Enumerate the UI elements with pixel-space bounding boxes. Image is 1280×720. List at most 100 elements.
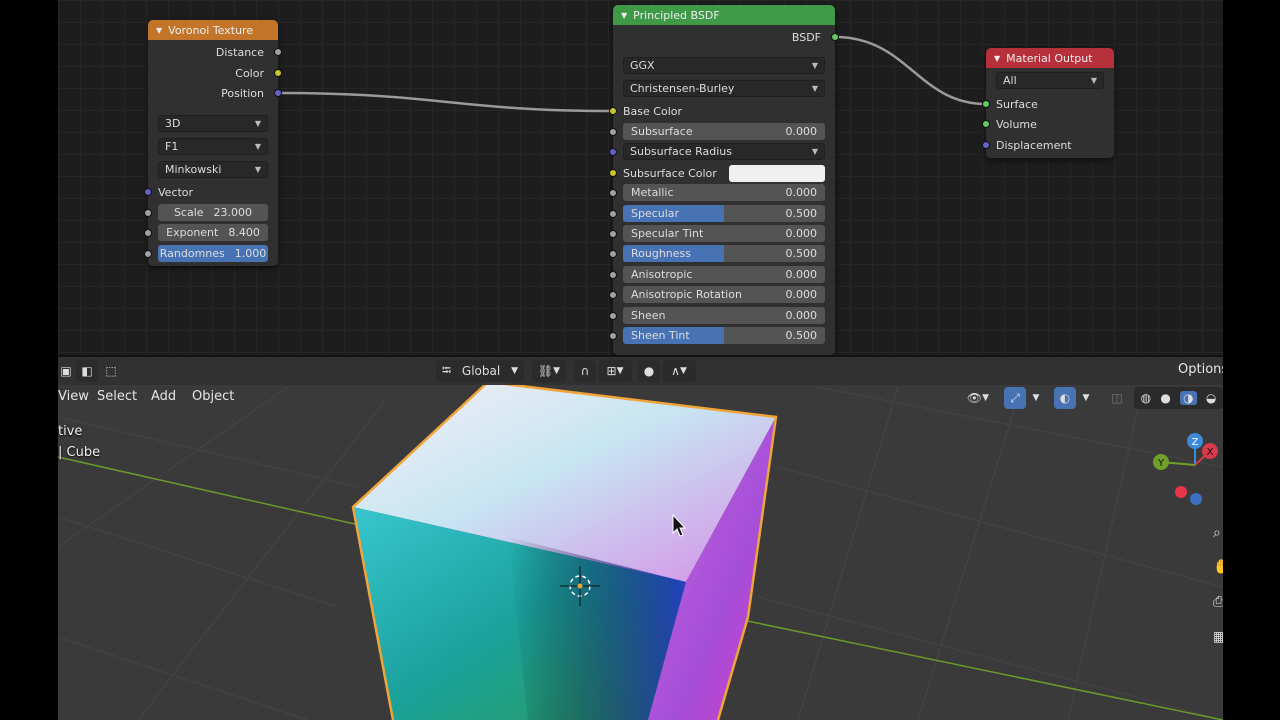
- sheen-value: 0.000: [785, 309, 818, 322]
- bsdf-socket-icon[interactable]: [831, 33, 839, 41]
- roughness-field[interactable]: Roughness 0.500: [623, 245, 825, 262]
- sheen-tint-socket-icon[interactable]: [609, 332, 617, 340]
- color-socket-icon[interactable]: [274, 69, 282, 77]
- feature-select[interactable]: F1 ▼: [158, 138, 268, 155]
- wireframe-shading-icon[interactable]: ◍: [1141, 391, 1151, 405]
- chevron-down-icon: ▼: [616, 366, 624, 376]
- proportional-edit-toggle[interactable]: ●: [638, 360, 660, 382]
- output-target-value: All: [1003, 74, 1017, 87]
- randomness-field[interactable]: Randomnes 1.000: [158, 245, 268, 262]
- exponent-socket-icon[interactable]: [144, 229, 152, 237]
- output-target-select[interactable]: All ▼: [996, 72, 1104, 89]
- distance-metric-select[interactable]: Minkowski ▼: [158, 161, 268, 178]
- subsurface-method-select[interactable]: Christensen-Burley ▼: [623, 80, 825, 97]
- select-mode-icon[interactable]: ▣: [58, 360, 74, 382]
- menu-object[interactable]: Object: [192, 389, 234, 404]
- xray-toggle[interactable]: ◫: [1106, 387, 1128, 409]
- transform-orientation-select[interactable]: ⭾ Global ▼: [436, 360, 524, 382]
- pivot-point-select[interactable]: ⛓ ▼: [532, 360, 566, 382]
- anisotropic-rotation-field[interactable]: Anisotropic Rotation 0.000: [623, 286, 825, 303]
- gizmo-dropdown[interactable]: ▼: [1028, 387, 1044, 409]
- vector-socket-icon[interactable]: [144, 188, 152, 196]
- overlays-dropdown[interactable]: ▼: [1078, 387, 1094, 409]
- overlays-toggle[interactable]: ◐: [1054, 387, 1076, 409]
- zoom-tool-icon[interactable]: ⌕: [1213, 525, 1221, 541]
- specular-socket-icon[interactable]: [609, 210, 617, 218]
- dimensions-select[interactable]: 3D ▼: [158, 115, 268, 132]
- collapse-chevron-icon[interactable]: ▼: [994, 54, 1000, 63]
- roughness-socket-icon[interactable]: [609, 250, 617, 258]
- base-color-socket-icon[interactable]: [609, 107, 617, 115]
- voronoi-node-header[interactable]: ▼ Voronoi Texture: [148, 20, 278, 40]
- 3d-viewport[interactable]: Z Y X ▣ ◧ ⬚ ⭾ Global ▼ ⛓ ▼ ∩ ⊞ ▼ ● ∧ ▼ O…: [58, 357, 1223, 720]
- snap-toggle[interactable]: ∩: [574, 360, 596, 382]
- randomness-socket-icon[interactable]: [144, 250, 152, 258]
- collapse-chevron-icon[interactable]: ▼: [621, 11, 627, 20]
- distribution-select[interactable]: GGX ▼: [623, 57, 825, 74]
- options-menu[interactable]: Options: [1178, 362, 1223, 377]
- scale-field[interactable]: Scale 23.000: [158, 204, 268, 221]
- subsurface-color-socket-icon[interactable]: [609, 169, 617, 177]
- anisotropic-rotation-socket-icon[interactable]: [609, 291, 617, 299]
- scale-socket-icon[interactable]: [144, 209, 152, 217]
- chevron-down-icon: ▼: [254, 165, 261, 174]
- specular-tint-value: 0.000: [785, 227, 818, 240]
- specular-tint-socket-icon[interactable]: [609, 230, 617, 238]
- material-output-node[interactable]: ▼ Material Output All ▼ Surface Volume Di…: [982, 48, 1114, 158]
- exponent-field[interactable]: Exponent 8.400: [158, 224, 268, 241]
- surface-socket-icon[interactable]: [982, 100, 990, 108]
- roughness-label: Roughness: [631, 247, 692, 260]
- collapse-chevron-icon[interactable]: ▼: [156, 26, 162, 35]
- distance-socket-icon[interactable]: [274, 48, 282, 56]
- select-extend-icon[interactable]: ◧: [76, 360, 98, 382]
- navigation-gizmo[interactable]: Z Y X: [1153, 433, 1218, 505]
- solid-shading-icon[interactable]: ●: [1160, 391, 1170, 405]
- select-subtract-icon[interactable]: ⬚: [100, 360, 122, 382]
- anisotropic-socket-icon[interactable]: [609, 271, 617, 279]
- subsurface-socket-icon[interactable]: [609, 128, 617, 136]
- voronoi-texture-node[interactable]: ▼ Voronoi Texture Distance Color Positio…: [144, 20, 282, 266]
- rendered-shading-icon[interactable]: ◒: [1206, 391, 1216, 405]
- specular-tint-field[interactable]: Specular Tint 0.000: [623, 225, 825, 242]
- specular-field[interactable]: Specular 0.500: [623, 205, 825, 222]
- camera-view-icon[interactable]: ⎙: [1213, 594, 1223, 610]
- cube-object[interactable]: [351, 380, 778, 720]
- perspective-toggle-icon[interactable]: ▦: [1213, 629, 1223, 645]
- position-socket-icon[interactable]: [274, 89, 282, 97]
- sheen-socket-icon[interactable]: [609, 312, 617, 320]
- anisotropic-field[interactable]: Anisotropic 0.000: [623, 266, 825, 283]
- menu-select[interactable]: Select: [97, 389, 137, 404]
- bsdf-node-header[interactable]: ▼ Principled BSDF: [613, 5, 835, 25]
- chevron-down-icon: ▼: [1032, 393, 1040, 403]
- output-node-header[interactable]: ▼ Material Output: [986, 48, 1114, 68]
- principled-bsdf-node[interactable]: ▼ Principled BSDF BSDF GGX ▼ Christensen-…: [609, 5, 839, 355]
- subsurface-field[interactable]: Subsurface 0.000: [623, 123, 825, 140]
- sheen-field[interactable]: Sheen 0.000: [623, 307, 825, 324]
- gizmo-toggle[interactable]: ⤢: [1004, 387, 1026, 409]
- volume-socket-icon[interactable]: [982, 120, 990, 128]
- anisotropic-rotation-value: 0.000: [785, 288, 818, 301]
- pan-tool-icon[interactable]: ✋: [1213, 559, 1223, 575]
- material-preview-shading-icon[interactable]: ◑: [1180, 391, 1197, 405]
- displacement-socket-icon[interactable]: [982, 141, 990, 149]
- snap-target-select[interactable]: ⊞ ▼: [598, 360, 632, 382]
- visibility-select[interactable]: 👁 ▼: [958, 387, 998, 409]
- menu-add[interactable]: Add: [151, 389, 176, 404]
- input-displacement-label: Displacement: [996, 138, 1072, 152]
- chevron-down-icon: ▼: [811, 84, 818, 93]
- metallic-socket-icon[interactable]: [609, 189, 617, 197]
- subsurface-radius-socket-icon[interactable]: [609, 148, 617, 156]
- subsurface-radius-select[interactable]: Subsurface Radius ▼: [623, 143, 825, 160]
- proportional-falloff-select[interactable]: ∧ ▼: [662, 360, 696, 382]
- subsurface-color-swatch[interactable]: [729, 165, 825, 182]
- shader-node-editor[interactable]: ▼ Voronoi Texture Distance Color Positio…: [58, 0, 1223, 355]
- sheen-tint-field[interactable]: Sheen Tint 0.500: [623, 327, 825, 344]
- distribution-value: GGX: [630, 59, 655, 72]
- menu-view[interactable]: View: [58, 389, 89, 404]
- chevron-down-icon: ▼: [982, 393, 990, 403]
- chevron-down-icon: ▼: [254, 119, 261, 128]
- metallic-field[interactable]: Metallic 0.000: [623, 184, 825, 201]
- gizmo-icon: ⤢: [1010, 390, 1020, 405]
- eye-icon: 👁: [966, 391, 983, 405]
- input-base-color-label: Base Color: [623, 104, 683, 118]
